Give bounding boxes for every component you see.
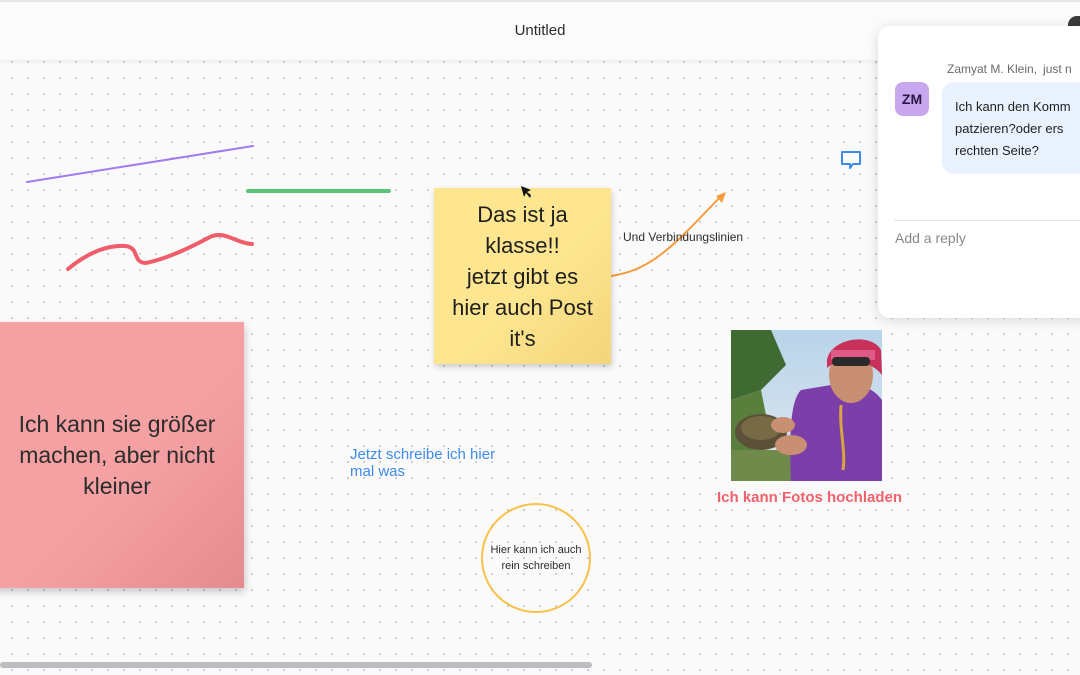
- comment-message: Ich kann den Komm patzieren?oder ers rec…: [942, 82, 1080, 174]
- horizontal-scrollbar[interactable]: [0, 662, 592, 668]
- comment-author: Zamyat M. Klein,: [947, 62, 1038, 76]
- comment-panel: ZM Zamyat M. Klein, just n Ich kann den K…: [878, 26, 1080, 318]
- connector-label[interactable]: Und Verbindungslinien: [623, 230, 743, 244]
- cursor-icon: [521, 186, 531, 198]
- free-text-blue[interactable]: Jetzt schreibe ich hier mal was: [350, 446, 495, 480]
- uploaded-photo[interactable]: [731, 330, 882, 481]
- photo-caption[interactable]: Ich kann Fotos hochladen: [717, 489, 902, 506]
- circle-shape[interactable]: Hier kann ich auch rein schreiben: [481, 503, 591, 613]
- comment-author-avatar: ZM: [895, 82, 929, 116]
- comment-time: just n: [1043, 62, 1072, 76]
- comment-icon[interactable]: [839, 148, 863, 172]
- purple-line[interactable]: [26, 145, 254, 183]
- reply-input[interactable]: Add a reply: [895, 230, 966, 246]
- sticky-note-pink[interactable]: Ich kann sie größer machen, aber nicht k…: [0, 322, 244, 588]
- red-squiggle[interactable]: [66, 233, 254, 271]
- photo-image: [731, 330, 882, 481]
- sticky-note-yellow[interactable]: Das ist ja klasse!! jetzt gibt es hier a…: [434, 188, 611, 364]
- comment-meta: Zamyat M. Klein, just n: [947, 62, 1072, 76]
- connector-arrowhead: [716, 192, 726, 203]
- circle-text: Hier kann ich auch rein schreiben: [490, 544, 582, 572]
- comment-divider: [894, 220, 1080, 221]
